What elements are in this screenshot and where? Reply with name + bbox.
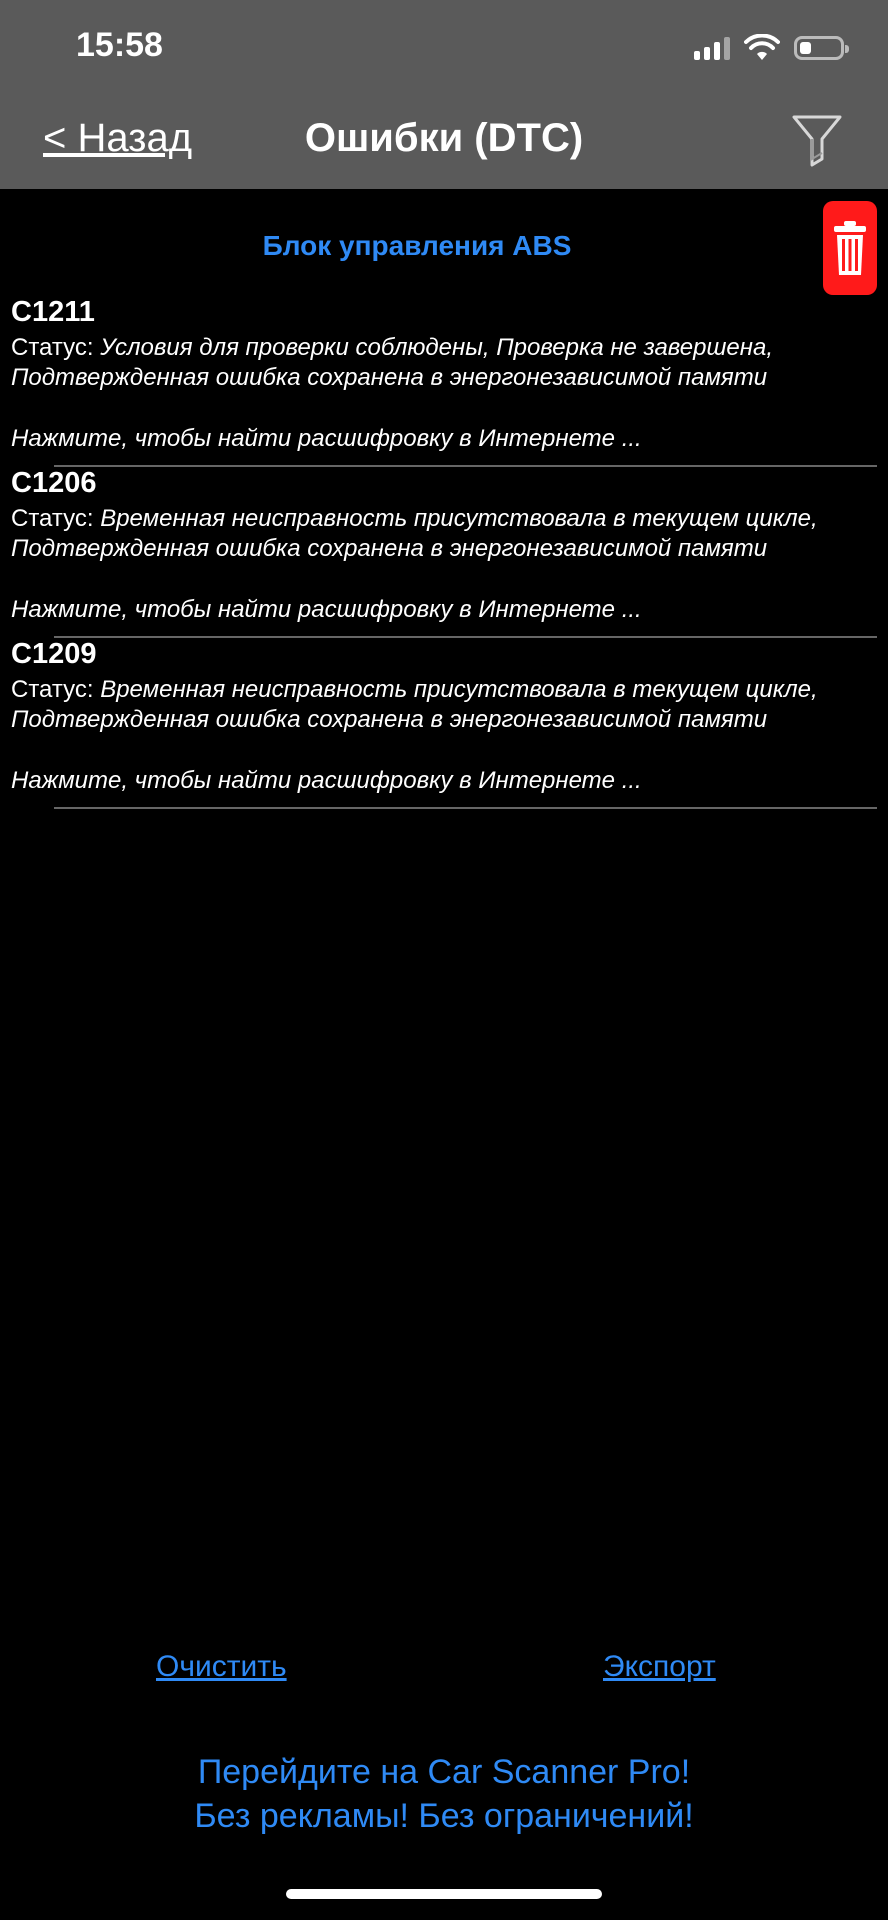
dtc-search-hint: Нажмите, чтобы найти расшифровку в Интер… bbox=[11, 425, 642, 452]
status-value: Условия для проверки соблюдены, Проверка… bbox=[11, 334, 773, 391]
battery-level bbox=[800, 42, 811, 54]
status-value: Временная неисправность присутствовала в… bbox=[11, 676, 818, 733]
home-indicator[interactable] bbox=[286, 1889, 602, 1899]
status-label: Статус: bbox=[11, 676, 101, 703]
dtc-code: C1211 bbox=[11, 296, 95, 328]
status-time: 15:58 bbox=[76, 26, 163, 64]
status-label: Статус: bbox=[11, 505, 101, 532]
dtc-search-hint: Нажмите, чтобы найти расшифровку в Интер… bbox=[11, 767, 642, 794]
promo-line-1: Перейдите на Car Scanner Pro! bbox=[197, 1753, 691, 1791]
status-icons bbox=[694, 30, 849, 66]
dtc-item[interactable]: C1206 Статус: Временная неисправность пр… bbox=[0, 467, 888, 638]
dtc-code: C1206 bbox=[11, 467, 97, 499]
dtc-status: Статус: Временная неисправность присутст… bbox=[11, 504, 861, 564]
dtc-item[interactable]: C1211 Статус: Условия для проверки соблю… bbox=[0, 296, 888, 467]
export-button[interactable]: Экспорт bbox=[603, 1650, 716, 1684]
promo-line-2: Без рекламы! Без ограничений! bbox=[194, 1797, 694, 1835]
page-title: Ошибки (DTC) bbox=[304, 116, 584, 160]
pro-upgrade-banner[interactable]: Перейдите на Car Scanner Pro! Без реклам… bbox=[0, 1750, 888, 1838]
section-title: Блок управления ABS bbox=[262, 230, 572, 261]
filter-icon[interactable] bbox=[790, 113, 844, 167]
signal-icon bbox=[694, 36, 730, 60]
divider bbox=[54, 807, 877, 809]
dtc-list: C1211 Статус: Условия для проверки соблю… bbox=[0, 296, 888, 809]
status-value: Временная неисправность присутствовала в… bbox=[11, 505, 818, 562]
top-bar: 15:58 < Назад Ошибки (DTC) bbox=[0, 0, 888, 189]
dtc-search-hint: Нажмите, чтобы найти расшифровку в Интер… bbox=[11, 596, 642, 623]
dtc-status: Статус: Временная неисправность присутст… bbox=[11, 675, 861, 735]
status-label: Статус: bbox=[11, 334, 101, 361]
dtc-code: C1209 bbox=[11, 638, 97, 670]
wifi-icon bbox=[744, 34, 780, 60]
battery-icon bbox=[794, 36, 849, 60]
dtc-item[interactable]: C1209 Статус: Временная неисправность пр… bbox=[0, 638, 888, 809]
clear-button[interactable]: Очистить bbox=[156, 1650, 287, 1684]
dtc-status: Статус: Условия для проверки соблюдены, … bbox=[11, 333, 861, 393]
trash-icon bbox=[834, 221, 866, 275]
